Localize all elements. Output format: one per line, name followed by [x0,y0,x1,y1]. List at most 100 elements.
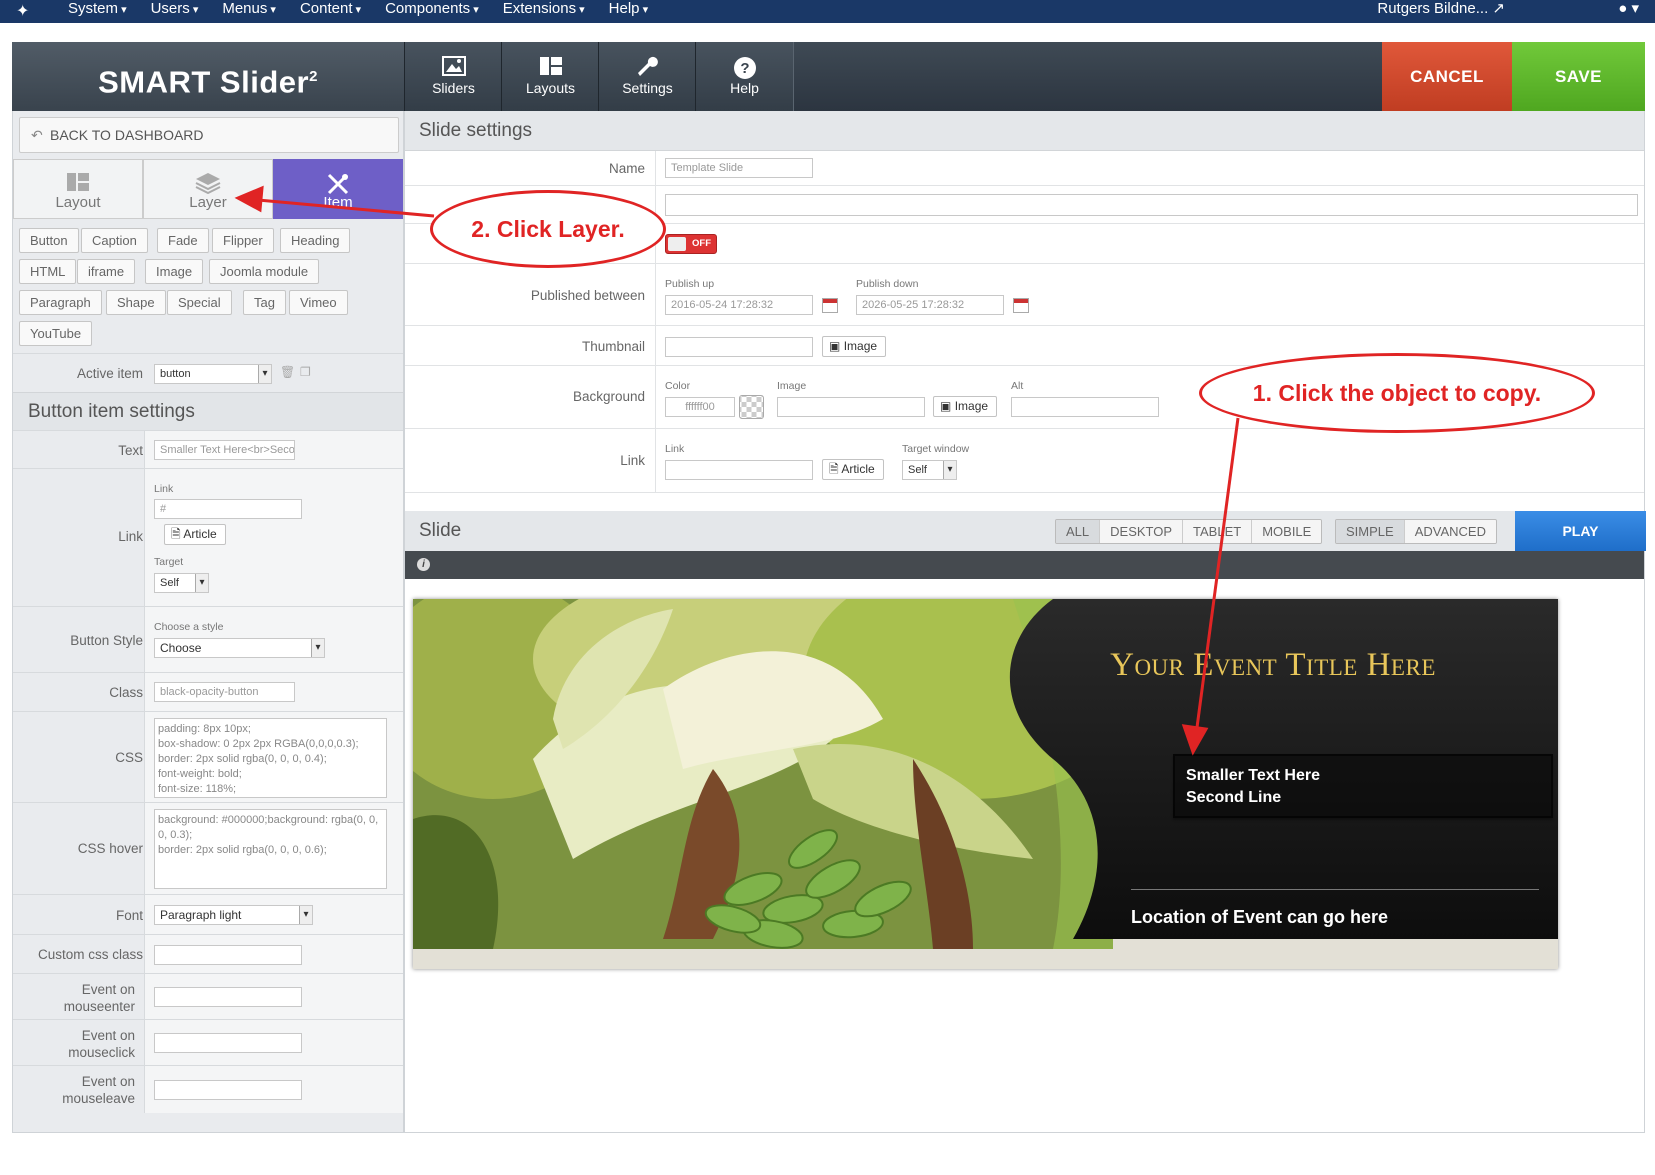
publish-down-input[interactable]: 2026-05-25 17:28:32 [856,295,1004,315]
item-type-fade[interactable]: Fade [157,228,209,253]
menu-extensions[interactable]: Extensions [491,0,597,19]
bg-image-input[interactable] [777,397,925,417]
color-sublabel: Color [665,380,691,392]
app-header: SMART Slider2 Sliders Layouts Settings ?… [12,42,1645,111]
device-all[interactable]: ALL [1056,520,1101,543]
button-style-select[interactable]: Choose [154,638,325,658]
tab-layouts[interactable]: Layouts [501,42,600,111]
text-input[interactable]: Smaller Text Here<br>Second Line [154,440,295,460]
item-type-image[interactable]: Image [145,259,204,284]
name-input[interactable]: Template Slide [665,158,813,178]
name-label: Name [608,161,645,176]
published-value-cell: OFF [655,224,1644,263]
tab-settings[interactable]: Settings [598,42,697,111]
event-title[interactable]: Your Event Title Here [1053,647,1493,684]
item-type-youtube[interactable]: YouTube [19,321,93,346]
item-type-iframe[interactable]: iframe [77,259,136,284]
menu-components[interactable]: Components [373,0,491,19]
item-type-flipper[interactable]: Flipper [212,228,274,253]
tab-help[interactable]: ? Help [695,42,794,111]
slide-canvas[interactable]: Your Event Title Here Smaller Text Here … [413,599,1558,969]
mouseleave-input[interactable] [154,1080,302,1100]
menu-users[interactable]: Users [139,0,211,19]
link-input[interactable]: # [154,499,302,519]
layout-icon [14,172,142,194]
thumbnail-input[interactable] [665,337,813,357]
item-type-caption[interactable]: Caption [81,228,148,253]
tab-layout[interactable]: Layout [13,159,143,219]
item-type-tag[interactable]: Tag [243,290,286,315]
mouseenter-row: Event on mouseenter [13,973,403,1019]
event-location[interactable]: Location of Event can go here [1131,907,1388,928]
mouseenter-value-cell [144,974,403,1019]
mouseenter-input[interactable] [154,987,302,1007]
custom-css-input[interactable] [154,945,302,965]
item-type-heading[interactable]: Heading [280,228,351,253]
admin-top-bar: ✦ System Users Menus Content Components … [0,0,1655,23]
item-type-shape[interactable]: Shape [106,290,166,315]
smaller-text-line-2: Second Line [1186,789,1282,806]
logo-text: SMART Slider [98,64,310,100]
menu-content[interactable]: Content [288,0,373,19]
slide-link-input[interactable] [665,460,813,480]
thumbnail-image-button[interactable]: ▣ Image [822,336,887,357]
tab-layer[interactable]: Layer [143,159,273,219]
tab-layouts-label: Layouts [525,80,576,96]
info-icon[interactable]: i [417,558,430,571]
bg-image-button[interactable]: ▣ Image [933,396,998,417]
font-select[interactable]: Paragraph light [154,905,313,925]
device-tablet[interactable]: TABLET [1183,520,1253,543]
mouseclick-input[interactable] [154,1033,302,1053]
item-type-special[interactable]: Special [167,290,232,315]
publish-up-input[interactable]: 2016-05-24 17:28:32 [665,295,813,315]
mode-advanced[interactable]: ADVANCED [1404,520,1496,543]
article-button[interactable]: 🗎 Article [164,524,226,545]
item-type-joomla-module[interactable]: Joomla module [209,259,320,284]
bg-image-sublabel: Image [777,380,807,392]
device-desktop[interactable]: DESKTOP [1100,520,1184,543]
back-to-dashboard-button[interactable]: ↶ BACK TO DASHBOARD [19,117,399,153]
published-toggle[interactable]: OFF [665,234,717,254]
user-menu-icon[interactable]: ● ▾ [1618,0,1639,18]
trash-icon[interactable]: 🗑 [280,365,295,379]
color-swatch[interactable] [739,395,764,419]
duplicate-icon[interactable]: ❐ [300,365,311,379]
active-item-select[interactable]: button [154,364,272,384]
left-panel: ↶ BACK TO DASHBOARD Layout Layer Item Bu… [12,111,404,1133]
slide-article-button[interactable]: 🗎 Article [822,459,884,480]
item-type-vimeo[interactable]: Vimeo [289,290,348,315]
mode-simple[interactable]: SIMPLE [1336,520,1405,543]
smaller-text-button-item[interactable]: Smaller Text Here Second Line [1173,754,1553,818]
device-mobile[interactable]: MOBILE [1252,520,1322,543]
alt-input[interactable] [1011,397,1159,417]
calendar-icon[interactable] [1013,298,1029,313]
description-textarea[interactable] [665,194,1638,216]
text-value-cell: Smaller Text Here<br>Second Line [144,431,403,468]
site-link[interactable]: Rutgers Bildne... ↗ [1377,0,1505,18]
item-type-html[interactable]: HTML [19,259,77,284]
target-window-select[interactable]: Self [902,460,957,480]
class-input[interactable]: black-opacity-button [154,682,295,702]
document-icon: 🗎 [171,527,181,541]
mouseenter-label: Event on mouseenter [63,982,135,1014]
calendar-icon[interactable] [822,298,838,313]
color-input[interactable]: ffffff00 [665,397,735,417]
tab-sliders[interactable]: Sliders [404,42,503,111]
css-textarea[interactable]: padding: 8px 10px; box-shadow: 0 2px 2px… [154,718,387,798]
tab-settings-label: Settings [622,80,673,96]
image-icon [441,56,466,78]
tab-item[interactable]: Item [273,159,403,219]
css-hover-textarea[interactable]: background: #000000;background: rgba(0, … [154,809,387,889]
item-type-paragraph[interactable]: Paragraph [19,290,102,315]
save-button[interactable]: SAVE [1512,42,1645,111]
item-type-button[interactable]: Button [19,228,79,253]
target-select[interactable]: Self [154,573,209,593]
menu-help[interactable]: Help [597,0,660,19]
cancel-button[interactable]: CANCEL [1382,42,1512,111]
link-label: Link [118,529,143,544]
menu-system[interactable]: System [56,0,139,19]
play-button[interactable]: PLAY [1515,511,1646,551]
annotation-step-1: 1. Click the object to copy. [1199,353,1595,433]
menu-menus[interactable]: Menus [210,0,288,19]
joomla-logo-icon[interactable]: ✦ [16,1,36,20]
